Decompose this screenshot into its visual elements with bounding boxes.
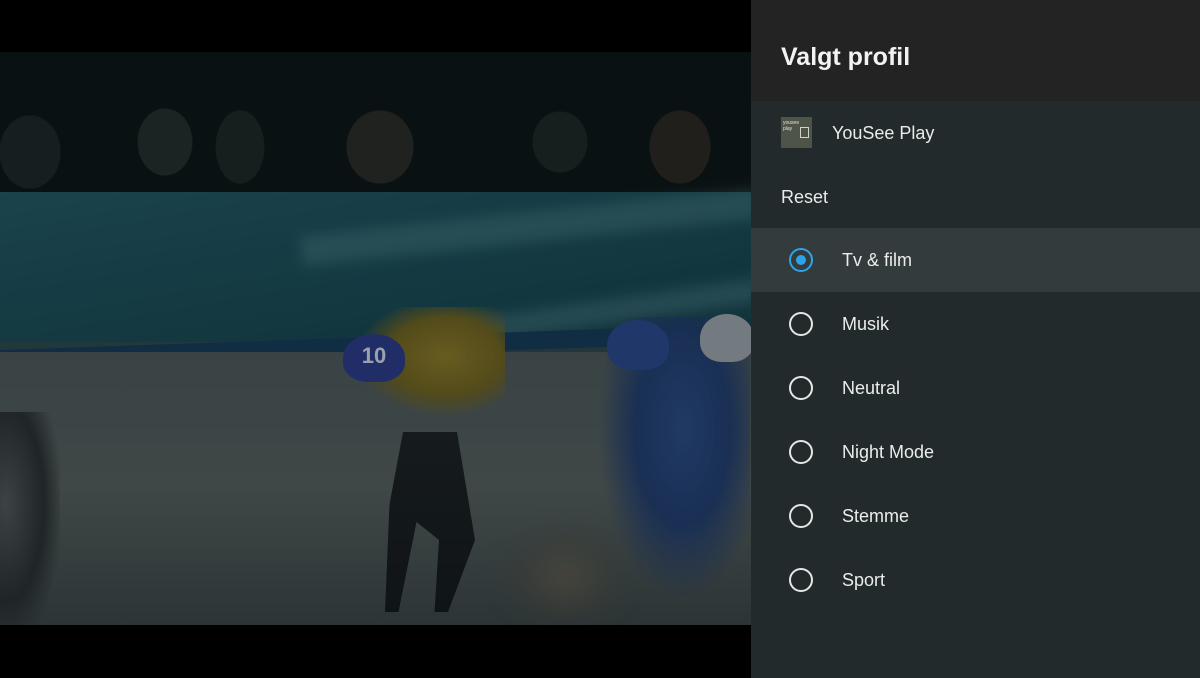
radio-button[interactable] [789,504,813,528]
app-icon: yousee play [781,117,812,148]
app-name: YouSee Play [832,123,935,143]
profile-option-night-mode[interactable]: Night Mode [751,420,1200,484]
current-app-row: yousee play YouSee Play [751,101,1200,165]
panel-header: Valgt profil [751,0,1200,101]
profile-option-stemme[interactable]: Stemme [751,484,1200,548]
profile-option-label: Sport [842,570,886,590]
profile-options-list: Tv & film Musik Neutral Night Mode Stemm… [751,228,1200,612]
radio-button[interactable] [789,440,813,464]
reset-label[interactable]: Reset [781,187,828,208]
profile-side-panel: Valgt profil yousee play YouSee Play Rese… [751,0,1200,678]
profile-option-label: Night Mode [842,442,935,462]
radio-selected-dot [796,255,806,265]
profile-option-musik[interactable]: Musik [751,292,1200,356]
radio-button[interactable] [789,568,813,592]
radio-button[interactable] [789,376,813,400]
video-player[interactable]: 10 [0,52,751,625]
video-dim-overlay [0,52,751,625]
profile-option-label: Stemme [842,506,910,526]
app-icon-glyph [800,127,809,138]
profile-option-label: Tv & film [842,250,912,270]
radio-button[interactable] [789,312,813,336]
screen: 10 Valgt profil yousee play YouSee Play R… [0,0,1200,678]
profile-option-neutral[interactable]: Neutral [751,356,1200,420]
panel-title: Valgt profil [781,43,911,71]
profile-option-tv-film[interactable]: Tv & film [751,228,1200,292]
profile-option-sport[interactable]: Sport [751,548,1200,612]
profile-option-label: Neutral [842,378,901,398]
radio-button[interactable] [789,248,813,272]
profile-option-label: Musik [842,314,890,334]
